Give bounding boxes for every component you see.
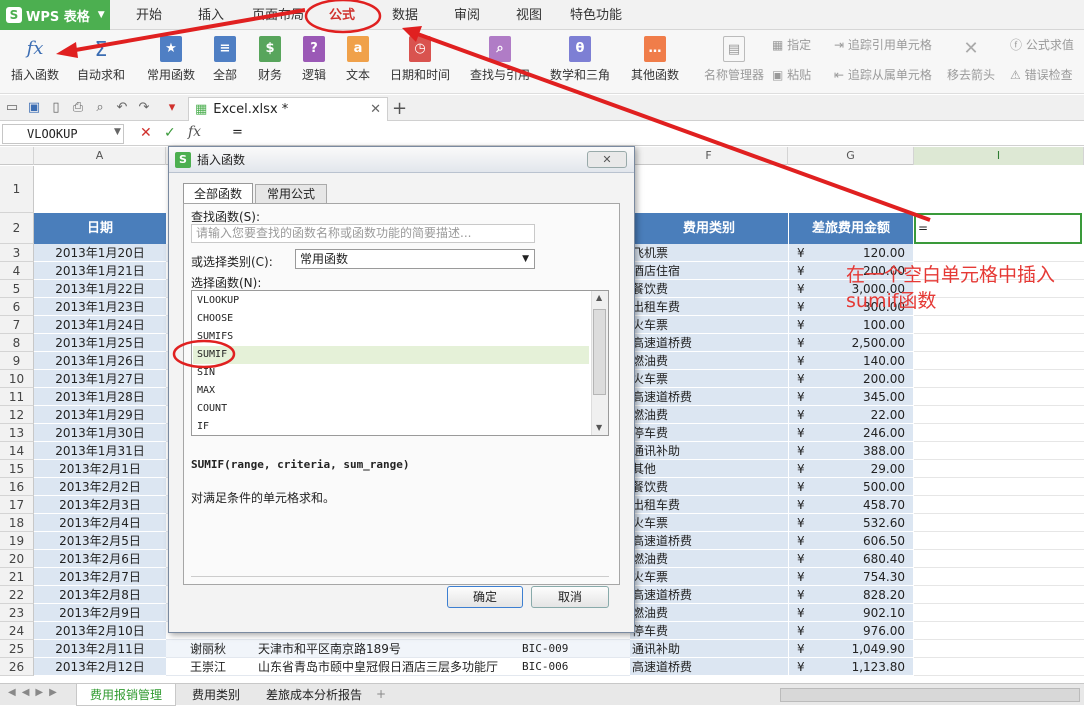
function-description: 对满足条件的单元格求和。 [191,491,336,505]
scroll-down-icon[interactable]: ▼ [596,423,602,432]
function-list-item[interactable]: IF [193,418,589,436]
annotation-ellipse-sumif [172,339,236,369]
function-list-item[interactable]: SUMIFS [193,328,589,346]
tab-common-formulas[interactable]: 常用公式 [255,184,327,204]
function-list-item[interactable]: CHOOSE [193,310,589,328]
annotation-text: 在一个空白单元格中插入sumif函数 [846,264,1056,312]
cancel-button[interactable]: 取消 [531,586,609,608]
annotation-arrowhead-2 [402,26,422,42]
dialog-close-button[interactable]: ✕ [587,151,627,168]
ok-button[interactable]: 确定 [447,586,523,608]
tab-all-functions[interactable]: 全部函数 [183,183,253,204]
wps-logo-icon: S [175,152,191,168]
function-list-item[interactable]: SUMIF [193,346,589,364]
category-label: 或选择类别(C): [191,255,273,269]
annotation-ellipse-formula-tab [304,0,382,34]
function-list-item[interactable]: MAX [193,382,589,400]
function-signature: SUMIF(range, criteria, sum_range) [191,458,410,471]
annotation-arrowhead-1 [56,42,78,58]
chevron-down-icon: ▼ [522,254,529,264]
dialog-title-bar[interactable]: S 插入函数 [169,147,634,173]
insert-function-dialog: S 插入函数 ✕ 全部函数 常用公式 查找函数(S): 请输入您要查找的函数名称… [168,146,635,633]
annotation-arrow-1 [63,8,306,54]
scroll-thumb[interactable] [593,309,606,395]
function-list-item[interactable]: VLOOKUP [193,292,589,310]
select-function-label: 选择函数(N): [191,276,262,290]
dialog-divider [191,576,609,577]
function-list-item[interactable]: SIN [193,364,589,382]
scroll-up-icon[interactable]: ▲ [596,293,602,302]
search-label: 查找函数(S): [191,210,261,224]
function-list[interactable]: VLOOKUP CHOOSE SUMIFS SUMIF SIN MAX COUNT IF ▲ … [191,290,609,436]
list-scrollbar[interactable]: ▲ ▼ [591,291,608,435]
category-select[interactable]: 常用函数 ▼ [295,249,535,269]
function-list-item[interactable]: COUNT [193,400,589,418]
search-input[interactable]: 请输入您要查找的函数名称或函数功能的简要描述... [191,224,535,243]
annotation-sumif-overlay [172,339,236,369]
